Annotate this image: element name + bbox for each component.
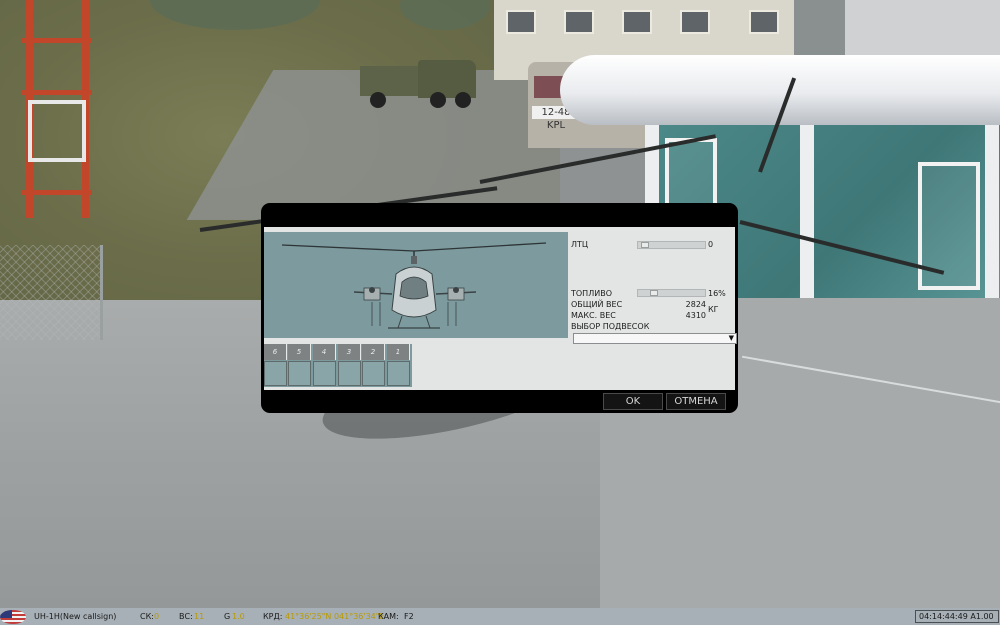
ltc-value: 0 bbox=[708, 240, 714, 249]
pylon-slot-1[interactable] bbox=[387, 361, 410, 386]
pylon-header-4: 4 bbox=[313, 344, 336, 360]
altitude-label: ВС: bbox=[179, 612, 193, 621]
pylon-header-2: 2 bbox=[362, 344, 385, 360]
camera-value: F2 bbox=[404, 612, 414, 621]
fuel-label: ТОПЛИВО bbox=[571, 289, 612, 298]
loadout-dialog: 6 5 4 3 2 1 ЛТЦ 0 ТОПЛИВО 16% ОБЩИЙ ВЕС … bbox=[261, 203, 738, 413]
building-window bbox=[749, 10, 779, 34]
building-window bbox=[506, 10, 536, 34]
loadout-label: ВЫБОР ПОДВЕСОК bbox=[571, 322, 650, 331]
fuel-slider-knob[interactable] bbox=[650, 290, 658, 296]
g-value: 1.0 bbox=[232, 612, 245, 621]
pylon-slot-3[interactable] bbox=[338, 361, 361, 386]
altitude-value: 11 bbox=[194, 612, 205, 621]
cancel-button[interactable]: ОТМЕНА bbox=[666, 393, 726, 410]
loadout-panel: 6 5 4 3 2 1 ЛТЦ 0 ТОПЛИВО 16% ОБЩИЙ ВЕС … bbox=[264, 227, 737, 390]
helicopter-front-icon bbox=[281, 242, 547, 329]
pylon-header-3: 3 bbox=[338, 344, 361, 360]
coords-value: 41°36'25"N 041°36'34"E bbox=[285, 612, 385, 621]
fuel-value: 16% bbox=[708, 289, 726, 298]
speed-label: СК: bbox=[140, 612, 154, 621]
max-weight-value: 4310 bbox=[685, 311, 706, 320]
pylon-header-6: 6 bbox=[264, 344, 287, 360]
total-weight-value: 2824 bbox=[685, 300, 706, 309]
fence bbox=[0, 245, 103, 340]
building-window bbox=[564, 10, 594, 34]
chevron-down-icon[interactable]: ▼ bbox=[729, 334, 734, 343]
pylon-header-5: 5 bbox=[288, 344, 311, 360]
status-bar: UH-1H(New callsign) СК: 0 ВС: 11 G 1.0 К… bbox=[0, 608, 1000, 625]
ltc-label: ЛТЦ bbox=[571, 240, 589, 249]
speed-value: 0 bbox=[154, 612, 160, 621]
ok-button[interactable]: OK bbox=[603, 393, 663, 410]
camera-label: КАМ: bbox=[378, 612, 399, 621]
pylon-header-1: 1 bbox=[387, 344, 410, 360]
loadout-select[interactable]: ▼ bbox=[573, 333, 737, 344]
pylon-slot-5[interactable] bbox=[288, 361, 311, 386]
pylon-slot-6[interactable] bbox=[264, 361, 287, 386]
pylon-slot-2[interactable] bbox=[362, 361, 385, 386]
aircraft-name: UH-1H(New callsign) bbox=[34, 612, 117, 621]
total-weight-label: ОБЩИЙ ВЕС bbox=[571, 300, 623, 309]
g-label: G bbox=[224, 612, 231, 621]
pylon-slot-4[interactable] bbox=[313, 361, 336, 386]
us-flag-icon bbox=[0, 610, 26, 624]
building-window bbox=[622, 10, 652, 34]
truck bbox=[360, 60, 478, 110]
pylon-grid: 6 5 4 3 2 1 bbox=[264, 344, 412, 387]
max-weight-label: МАКС. ВЕС bbox=[571, 311, 616, 320]
ltc-slider[interactable] bbox=[637, 241, 706, 249]
mission-clock: 04:14:44:49 A1.00 bbox=[915, 610, 999, 623]
radio-tower bbox=[22, 0, 92, 218]
ltc-slider-knob[interactable] bbox=[641, 242, 649, 248]
weight-unit: КГ bbox=[708, 305, 719, 314]
building-window bbox=[680, 10, 710, 34]
coords-label: КРД: bbox=[263, 612, 283, 621]
fuel-slider[interactable] bbox=[637, 289, 706, 297]
aircraft-preview bbox=[264, 232, 568, 338]
